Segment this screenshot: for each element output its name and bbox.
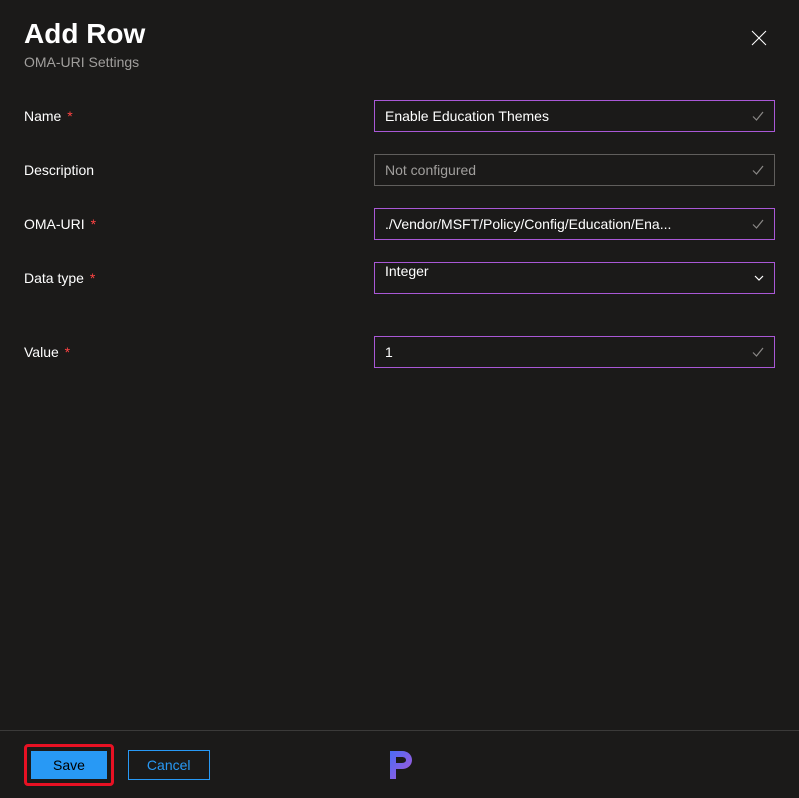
name-label-text: Name bbox=[24, 108, 61, 124]
omauri-input[interactable] bbox=[374, 208, 775, 240]
description-label-text: Description bbox=[24, 162, 94, 178]
required-indicator: * bbox=[90, 270, 95, 286]
omauri-input-wrapper bbox=[374, 208, 775, 240]
close-icon bbox=[751, 30, 767, 46]
value-label: Value * bbox=[24, 344, 374, 360]
form-row-omauri: OMA-URI * bbox=[24, 208, 775, 240]
name-input-wrapper bbox=[374, 100, 775, 132]
omauri-label: OMA-URI * bbox=[24, 216, 374, 232]
datatype-label-text: Data type bbox=[24, 270, 84, 286]
value-input-wrapper bbox=[374, 336, 775, 368]
footer: Save Cancel bbox=[0, 730, 799, 798]
datatype-label: Data type * bbox=[24, 270, 374, 286]
value-input[interactable] bbox=[374, 336, 775, 368]
save-button[interactable]: Save bbox=[31, 751, 107, 779]
required-indicator: * bbox=[65, 344, 70, 360]
value-label-text: Value bbox=[24, 344, 59, 360]
logo-icon bbox=[382, 747, 418, 783]
form-row-name: Name * bbox=[24, 100, 775, 132]
logo bbox=[382, 747, 418, 783]
spacer bbox=[24, 316, 775, 336]
required-indicator: * bbox=[67, 108, 72, 124]
name-label: Name * bbox=[24, 108, 374, 124]
cancel-button[interactable]: Cancel bbox=[128, 750, 210, 780]
close-button[interactable] bbox=[743, 22, 775, 54]
dialog-title: Add Row bbox=[24, 18, 775, 50]
description-label: Description bbox=[24, 162, 374, 178]
required-indicator: * bbox=[91, 216, 96, 232]
save-highlight-box: Save bbox=[24, 744, 114, 786]
form-row-value: Value * bbox=[24, 336, 775, 368]
name-input[interactable] bbox=[374, 100, 775, 132]
datatype-select-wrapper: Integer bbox=[374, 262, 775, 294]
form-row-description: Description bbox=[24, 154, 775, 186]
form-area: Name * Description OMA-URI * bbox=[0, 70, 799, 368]
form-row-datatype: Data type * Integer bbox=[24, 262, 775, 294]
description-input-wrapper bbox=[374, 154, 775, 186]
omauri-label-text: OMA-URI bbox=[24, 216, 85, 232]
datatype-select[interactable]: Integer bbox=[374, 262, 775, 294]
dialog-subtitle: OMA-URI Settings bbox=[24, 54, 775, 70]
description-input[interactable] bbox=[374, 154, 775, 186]
dialog-header: Add Row OMA-URI Settings bbox=[0, 0, 799, 70]
